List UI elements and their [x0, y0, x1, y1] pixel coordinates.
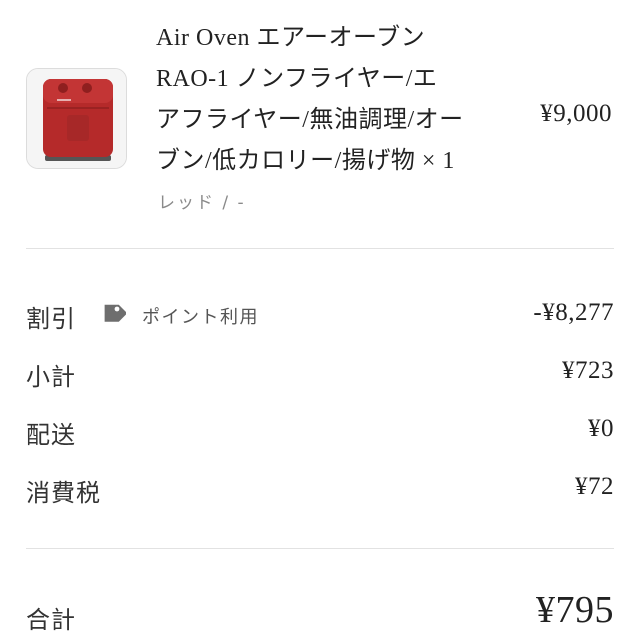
- divider: [26, 248, 614, 249]
- tax-row: 消費税 ¥72: [26, 469, 614, 509]
- subtotal-label: 小計: [26, 365, 76, 391]
- product-title-line: ブン/低カロリー/揚げ物 × 1: [156, 148, 455, 174]
- item-variant: レッド / -: [158, 193, 246, 213]
- air-fryer-product-image: [27, 69, 126, 168]
- total-label: 合計: [26, 608, 76, 634]
- item-price: ¥9,000: [540, 100, 612, 127]
- subtotal-row: 小計 ¥723: [26, 353, 614, 393]
- shipping-label: 配送: [26, 423, 76, 449]
- product-thumbnail[interactable]: [26, 68, 127, 169]
- total-value: ¥795: [536, 589, 614, 631]
- tax-value: ¥72: [575, 473, 614, 500]
- shipping-value: ¥0: [588, 415, 614, 442]
- product-title[interactable]: Air Oven エアーオーブン RAO-1 ノンフライヤー/エ アフライヤー/…: [156, 18, 506, 182]
- divider: [26, 548, 614, 549]
- product-title-line: RAO-1 ノンフライヤー/エ: [156, 66, 438, 92]
- tag-icon: [96, 299, 128, 329]
- discount-label: 割引: [26, 307, 76, 333]
- discount-value: -¥8,277: [533, 299, 614, 326]
- subtotal-value: ¥723: [562, 357, 614, 384]
- discount-row: 割引 ポイント利用 -¥8,277: [26, 295, 614, 335]
- cart-line-item: Air Oven エアーオーブン RAO-1 ノンフライヤー/エ アフライヤー/…: [0, 0, 640, 240]
- product-title-line: アフライヤー/無油調理/オー: [156, 107, 464, 133]
- discount-tag-label: ポイント利用: [142, 307, 259, 328]
- tax-label: 消費税: [26, 481, 101, 507]
- total-row: 合計 ¥795: [26, 589, 614, 640]
- shipping-row: 配送 ¥0: [26, 411, 614, 451]
- product-title-line: Air Oven エアーオーブン: [156, 25, 426, 51]
